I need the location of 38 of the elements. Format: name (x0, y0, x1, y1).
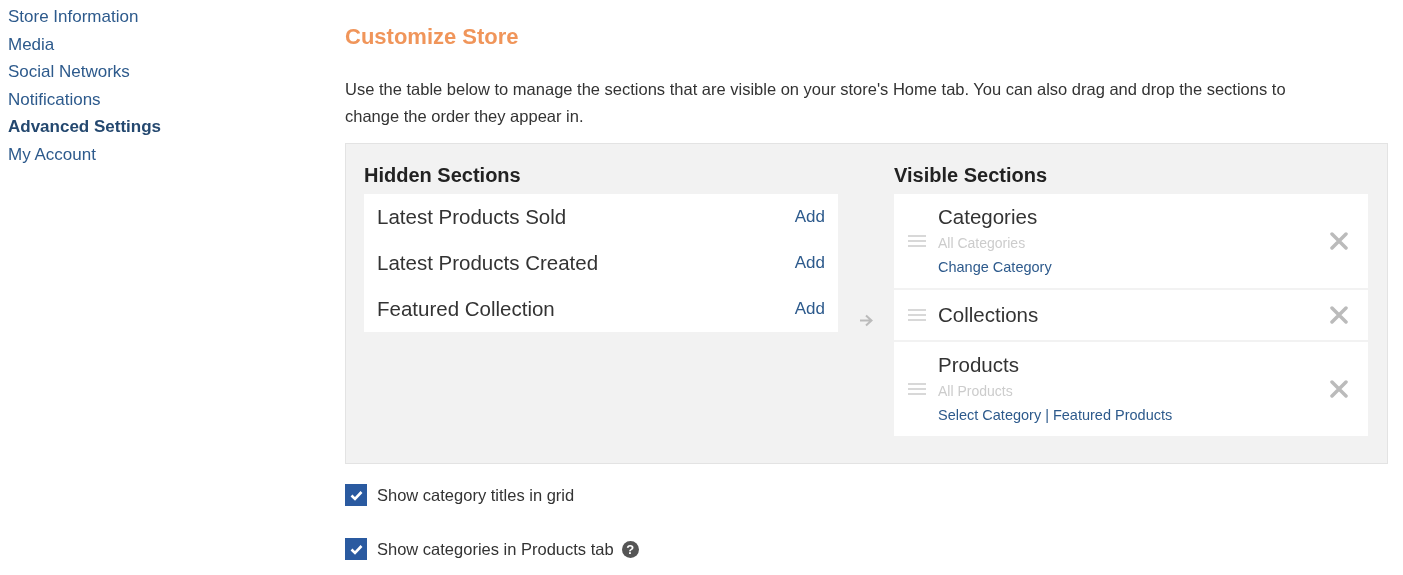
add-link[interactable]: Add (794, 299, 825, 319)
add-link[interactable]: Add (794, 207, 825, 227)
sidebar-link[interactable]: Media (8, 30, 345, 58)
section-name: Featured Collection (377, 297, 555, 321)
remove-icon[interactable] (1330, 306, 1348, 324)
remove-icon[interactable] (1330, 380, 1348, 398)
drag-handle-icon[interactable] (908, 235, 926, 247)
checkmark-icon (349, 489, 363, 501)
page-title: Customize Store (345, 23, 520, 51)
checkmark-icon (349, 543, 363, 555)
description-text: Use the table below to manage the sections that are visible on your store's Home tab. You can also drag and drop the sections to change the order they appear in. (345, 79, 1287, 127)
drag-handle-icon[interactable] (908, 309, 926, 321)
visible-section-card[interactable]: Collections (894, 290, 1368, 340)
sidebar-link[interactable]: Advanced Settings (8, 113, 345, 141)
section-heading: Visible Sections (894, 163, 1049, 188)
section-link[interactable]: Select Category (938, 404, 1042, 426)
sidebar-link[interactable]: Notifications (8, 85, 345, 113)
checkbox-label: Show categories in Products tab (377, 539, 614, 559)
sidebar-link[interactable]: Social Networks (8, 58, 345, 86)
sidebar-link[interactable]: My Account (8, 140, 345, 168)
drag-handle-icon[interactable] (908, 383, 926, 395)
section-name: Categories (938, 204, 1039, 230)
checkbox[interactable] (345, 538, 367, 560)
remove-icon[interactable] (1330, 232, 1348, 250)
section-name: Latest Products Sold (377, 205, 567, 229)
arrow-right-icon (859, 314, 873, 327)
add-link[interactable]: Add (794, 253, 825, 273)
section-link[interactable]: Change Category (938, 256, 1052, 278)
help-icon[interactable]: ? (621, 540, 639, 558)
section-name: Products (938, 352, 1020, 378)
section-heading: Hidden Sections (364, 163, 522, 188)
link-separator: | (1045, 406, 1049, 425)
section-link[interactable]: Featured Products (1052, 404, 1173, 426)
section-name: Collections (938, 302, 1040, 328)
checkbox[interactable] (345, 484, 367, 506)
section-name: Latest Products Created (377, 251, 599, 275)
sidebar-link[interactable]: Store Information (8, 3, 345, 31)
checkbox-label: Show category titles in grid (377, 485, 575, 505)
